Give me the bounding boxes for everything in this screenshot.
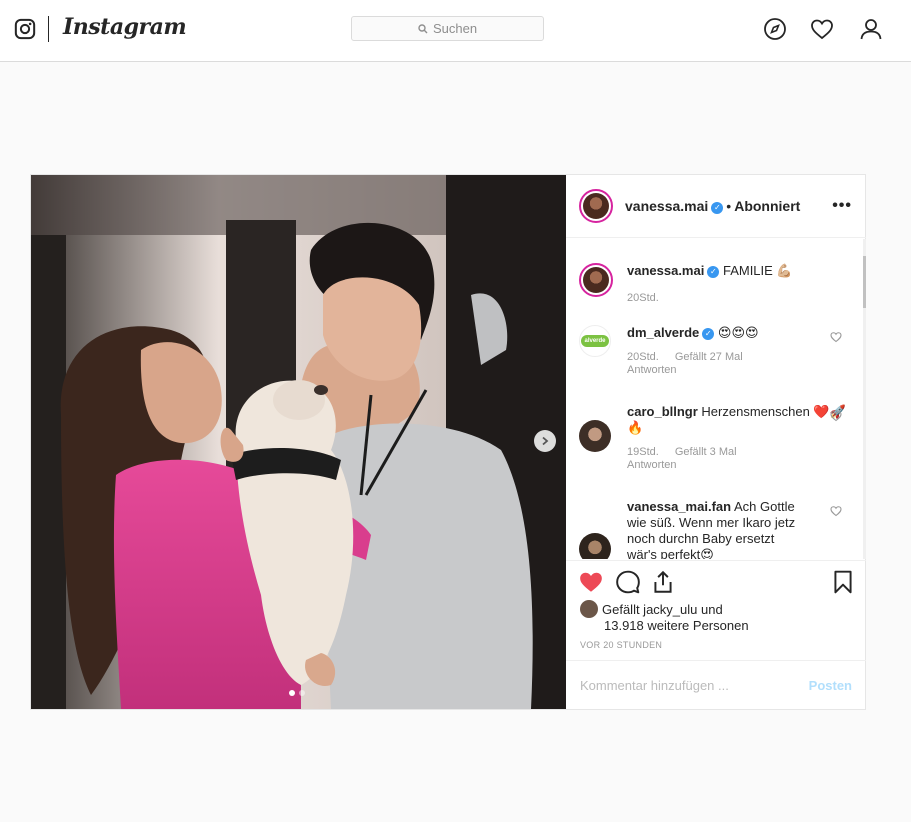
liked-by-line2[interactable]: 13.918 weitere Personen — [604, 618, 749, 634]
liked-by-line1: Gefällt jacky_ulu und — [602, 602, 723, 617]
comment-text: 😍😍😍 — [717, 325, 759, 340]
verified-badge-icon: ✓ — [707, 266, 720, 278]
reply-link[interactable]: Antworten — [627, 459, 854, 472]
comment-like-heart-icon[interactable] — [830, 505, 842, 517]
carousel-dot — [299, 690, 305, 696]
comments-list[interactable]: vanessa.mai ✓ FAMILIE 💪🏼 20Std. alverde d… — [566, 239, 866, 559]
author-avatar[interactable] — [579, 189, 613, 223]
like-heart-icon[interactable] — [578, 569, 604, 595]
comment-time: 20Std. — [627, 351, 659, 363]
carousel-indicator — [289, 690, 305, 696]
carousel-next-button[interactable] — [534, 430, 556, 452]
caption-time: 20Std. — [627, 292, 659, 304]
post-header: vanessa.mai ✓ • Abonniert ••• — [566, 175, 866, 238]
profile-icon[interactable] — [859, 17, 883, 41]
instagram-glyph-icon[interactable] — [14, 18, 36, 40]
verified-badge-icon: ✓ — [702, 328, 715, 340]
carousel-dot-active — [289, 690, 295, 696]
search-input[interactable]: Suchen — [351, 16, 544, 41]
photo-illustration — [31, 175, 566, 709]
activity-heart-icon[interactable] — [810, 17, 834, 41]
author-username[interactable]: vanessa.mai — [625, 198, 708, 214]
comment-like-count[interactable]: Gefällt 27 Mal — [675, 351, 743, 363]
instagram-wordmark[interactable]: Instagram — [63, 14, 187, 40]
caption-avatar[interactable] — [579, 263, 613, 297]
commenter-avatar[interactable] — [579, 533, 611, 559]
chevron-right-icon — [542, 436, 549, 446]
comment-item: vanessa_mai.fan Ach Gottle wie süß. Wenn… — [579, 499, 854, 559]
post-comment-button[interactable]: Posten — [809, 678, 852, 693]
follow-status[interactable]: Abonniert — [734, 198, 800, 214]
share-icon[interactable] — [650, 569, 676, 595]
logo-divider — [48, 16, 49, 42]
reply-link[interactable]: Antworten — [627, 364, 854, 377]
commenter-avatar[interactable]: alverde — [579, 325, 611, 357]
post-actions — [566, 560, 866, 600]
commenter-avatar[interactable] — [579, 420, 611, 452]
search-icon — [418, 23, 428, 33]
liker-avatar — [580, 600, 598, 618]
caption: vanessa.mai ✓ FAMILIE 💪🏼 20Std. — [579, 263, 854, 305]
comment-like-heart-icon[interactable] — [830, 331, 842, 343]
explore-compass-icon[interactable] — [763, 17, 787, 41]
likes-summary[interactable]: Gefällt jacky_ulu und 13.918 weitere Per… — [580, 600, 749, 634]
post-photo[interactable] — [31, 175, 566, 709]
comments-scrollbar-thumb[interactable] — [863, 256, 866, 308]
comment-username[interactable]: vanessa_mai.fan — [627, 499, 731, 514]
comment-username[interactable]: caro_bllngr — [627, 404, 698, 419]
comment-username[interactable]: dm_alverde — [627, 325, 699, 340]
caption-text: FAMILIE 💪🏼 — [722, 263, 793, 278]
post-timestamp: VOR 20 STUNDEN — [580, 640, 663, 650]
post-sidebar: vanessa.mai ✓ • Abonniert ••• vanessa.mai ✓ … — [566, 175, 866, 709]
comment-bubble-icon[interactable] — [615, 569, 641, 595]
search-placeholder: Suchen — [432, 21, 478, 36]
save-bookmark-icon[interactable] — [830, 569, 856, 595]
comment-input[interactable] — [580, 677, 809, 693]
comment-like-heart-icon[interactable] — [830, 410, 842, 422]
comment-item: caro_bllngr Herzensmenschen ❤️🚀🔥 19Std. G… — [579, 404, 854, 472]
caption-username[interactable]: vanessa.mai — [627, 263, 704, 278]
add-comment-bar: Posten — [566, 660, 866, 709]
comment-like-count[interactable]: Gefällt 3 Mal — [675, 446, 737, 458]
more-options-icon[interactable]: ••• — [832, 197, 852, 215]
top-navigation-bar: Instagram Suchen — [0, 0, 911, 62]
comment-time: 19Std. — [627, 446, 659, 458]
comment-item: alverde dm_alverde ✓ 😍😍😍 20Std. Gefällt 27… — [579, 325, 854, 377]
verified-badge-icon: ✓ — [711, 202, 724, 214]
post-card: vanessa.mai ✓ • Abonniert ••• vanessa.mai ✓ … — [30, 174, 866, 710]
